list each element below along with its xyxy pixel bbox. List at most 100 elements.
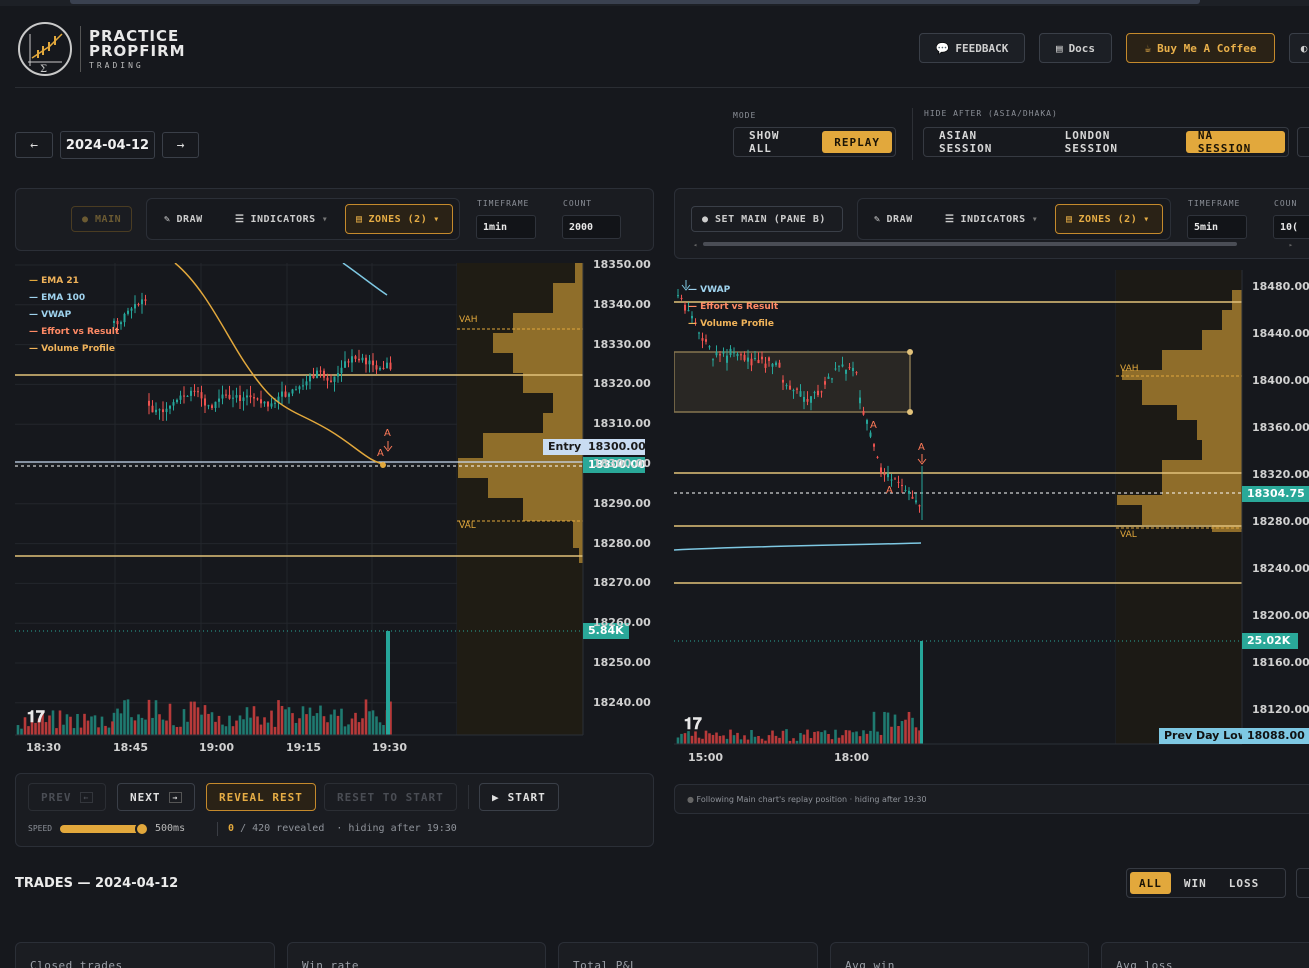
candle (298, 386, 301, 390)
volume-profile-bar (1162, 350, 1242, 370)
docs-button[interactable]: ▤ Docs (1039, 33, 1112, 63)
volume-bar (680, 733, 683, 744)
left-draw-button[interactable]: ✎ DRAW (154, 204, 213, 234)
candle (340, 367, 343, 374)
volume-bar (729, 729, 732, 744)
left-count-input[interactable]: 2000 (562, 215, 621, 239)
candle (130, 308, 133, 311)
session-london[interactable]: LONDON SESSION (1053, 129, 1182, 155)
coffee-icon: ☕ (1144, 41, 1152, 55)
mode-show-all[interactable]: SHOW ALL (737, 129, 818, 155)
candle (708, 346, 711, 348)
zones-icon: ▤ (1066, 213, 1073, 225)
volume-bar (855, 731, 858, 744)
left-zones-button[interactable]: ▤ ZONES (2) ▾ (345, 204, 453, 234)
volume-bar (799, 732, 802, 744)
left-timeframe-input[interactable]: 1min (476, 215, 536, 239)
volume-bar (336, 715, 340, 735)
right-timeframe-input[interactable]: 5min (1187, 215, 1247, 239)
left-indicators-button[interactable]: ☰ INDICATORS ▾ (225, 204, 338, 234)
right-volume-tag: 25.02K (1242, 633, 1298, 649)
volume-bar (58, 710, 62, 735)
candle (887, 473, 889, 478)
candle (326, 377, 329, 381)
arrow-down-icon (917, 454, 927, 465)
speed-slider[interactable] (60, 822, 149, 836)
candle (817, 390, 819, 396)
right-count-input[interactable]: 10( (1273, 215, 1309, 239)
reveal-rest-button[interactable]: REVEAL REST (206, 783, 316, 811)
volume-profile-bar (488, 478, 583, 498)
y-tick-label: 18270.00 (593, 576, 651, 590)
volume-bar (893, 714, 897, 744)
y-tick-label: 18360.00 (1252, 421, 1309, 434)
volume-bar (683, 733, 687, 744)
browser-top-strip (0, 0, 1309, 6)
volume-bar (308, 707, 312, 735)
volume-bar-latest (386, 631, 390, 735)
candle (169, 405, 171, 409)
session-more[interactable] (1297, 127, 1309, 157)
candle (302, 385, 304, 387)
volume-bar (179, 726, 182, 735)
volume-bar (802, 734, 806, 744)
volume-profile-bar (1202, 330, 1242, 350)
volume-bar (221, 724, 224, 735)
volume-bar (252, 706, 256, 735)
candle (820, 391, 823, 393)
theme-toggle-button[interactable]: ◐ (1289, 33, 1309, 63)
volume-bar (333, 709, 336, 735)
volume-bar (743, 735, 746, 744)
candle (726, 355, 728, 363)
effort-marker: A (870, 420, 877, 431)
toolbar-scrollbar[interactable]: ◂ ▸ (693, 240, 1297, 249)
filter-win[interactable]: WIN (1175, 872, 1216, 894)
candle (382, 367, 385, 369)
legend-vwap: — VWAP (29, 310, 72, 320)
filter-more[interactable] (1296, 868, 1309, 898)
mode-replay[interactable]: REPLAY (822, 131, 892, 153)
left-val-label: VAL (459, 521, 476, 531)
filter-loss[interactable]: LOSS (1220, 872, 1269, 894)
speed-label: SPEED (28, 824, 53, 833)
next-date-button[interactable]: → (162, 132, 199, 158)
candle (312, 375, 315, 379)
prev-step-button[interactable]: PREV ← (28, 783, 107, 811)
candle (715, 352, 718, 356)
candle (344, 361, 346, 368)
filter-all[interactable]: ALL (1130, 872, 1171, 894)
effort-marker: A (384, 428, 391, 439)
right-zones-button[interactable]: ▤ ZONES (2) ▾ (1055, 204, 1163, 234)
candle (249, 395, 252, 398)
feedback-button[interactable]: 💬 FEEDBACK (919, 33, 1025, 63)
prev-date-button[interactable]: ← (15, 132, 53, 158)
candle (719, 354, 721, 356)
set-main-button[interactable]: ● SET MAIN (PANE B) (691, 206, 843, 232)
right-indicators-button[interactable]: ☰ INDICATORS ▾ (935, 204, 1048, 234)
reset-to-start-button[interactable]: RESET TO START (324, 783, 457, 811)
session-na[interactable]: NA SESSION (1185, 129, 1285, 155)
candle (866, 420, 868, 424)
date-display[interactable]: 2024-04-12 (60, 131, 155, 159)
volume-profile-bar (1142, 380, 1242, 405)
caret-icon: ▾ (1031, 213, 1039, 225)
right-chart[interactable]: A A A — VWAP — Effort vs Result — Volume P… (674, 270, 1309, 770)
session-asian[interactable]: ASIAN SESSION (927, 129, 1049, 155)
volume-bar (837, 737, 841, 744)
volume-bar (175, 726, 179, 735)
hide-after-label: HIDE AFTER (ASIA/DHAKA) (924, 109, 1058, 118)
volume-bar (785, 729, 788, 744)
candle (158, 409, 161, 411)
start-button[interactable]: ▶ START (479, 783, 559, 811)
right-draw-button[interactable]: ✎ DRAW (864, 204, 923, 234)
left-chart[interactable]: AA — EMA 21 — EMA 100 — VWAP — Effort vs… (15, 263, 645, 760)
volume-bar (357, 722, 361, 735)
candle (186, 395, 189, 397)
volume-bar (270, 710, 273, 735)
buy-coffee-button[interactable]: ☕ Buy Me A Coffee (1126, 33, 1275, 63)
next-step-button[interactable]: NEXT → (117, 783, 196, 811)
volume-bar (767, 735, 771, 744)
volume-bar (62, 724, 65, 735)
candle (677, 295, 679, 297)
volume-bar (329, 714, 333, 735)
